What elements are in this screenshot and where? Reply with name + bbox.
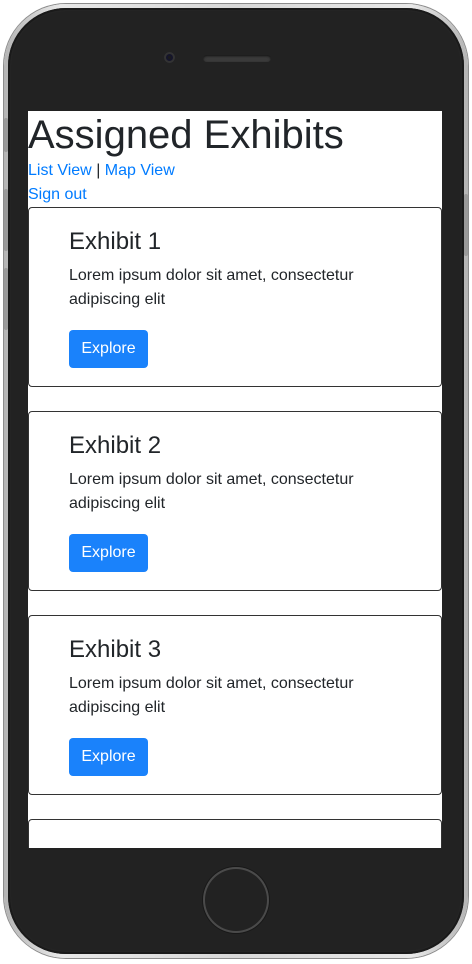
power-button xyxy=(464,194,468,256)
view-nav: List View | Map View xyxy=(28,159,442,183)
explore-button[interactable]: Explore xyxy=(69,738,148,776)
exhibit-card: Exhibit 2 Lorem ipsum dolor sit amet, co… xyxy=(28,411,442,591)
account-nav: Sign out xyxy=(28,183,442,207)
home-button[interactable] xyxy=(203,867,269,933)
list-view-link[interactable]: List View xyxy=(28,162,92,179)
nav-separator: | xyxy=(96,162,101,179)
exhibit-card: Exhibit 1 Lorem ipsum dolor sit amet, co… xyxy=(28,207,442,387)
page-title: Assigned Exhibits xyxy=(28,113,344,157)
exhibit-title: Exhibit 2 xyxy=(69,432,162,459)
sign-out-link[interactable]: Sign out xyxy=(28,186,87,203)
exhibit-list: Exhibit 1 Lorem ipsum dolor sit amet, co… xyxy=(28,207,442,848)
exhibit-title: Exhibit 1 xyxy=(69,228,162,255)
map-view-link[interactable]: Map View xyxy=(105,162,175,179)
exhibit-description: Lorem ipsum dolor sit amet, consectetur … xyxy=(69,471,354,512)
explore-button[interactable]: Explore xyxy=(69,534,148,572)
exhibit-card-partial xyxy=(28,819,442,848)
front-camera-icon xyxy=(164,52,175,63)
exhibit-description: Lorem ipsum dolor sit amet, consectetur … xyxy=(69,675,354,716)
exhibit-card: Exhibit 3 Lorem ipsum dolor sit amet, co… xyxy=(28,615,442,795)
exhibit-description: Lorem ipsum dolor sit amet, consectetur … xyxy=(69,267,354,308)
earpiece-speaker xyxy=(203,55,271,62)
explore-button[interactable]: Explore xyxy=(69,330,148,368)
app-screen: Assigned Exhibits List View | Map View S… xyxy=(28,111,442,848)
exhibit-title: Exhibit 3 xyxy=(69,636,162,663)
